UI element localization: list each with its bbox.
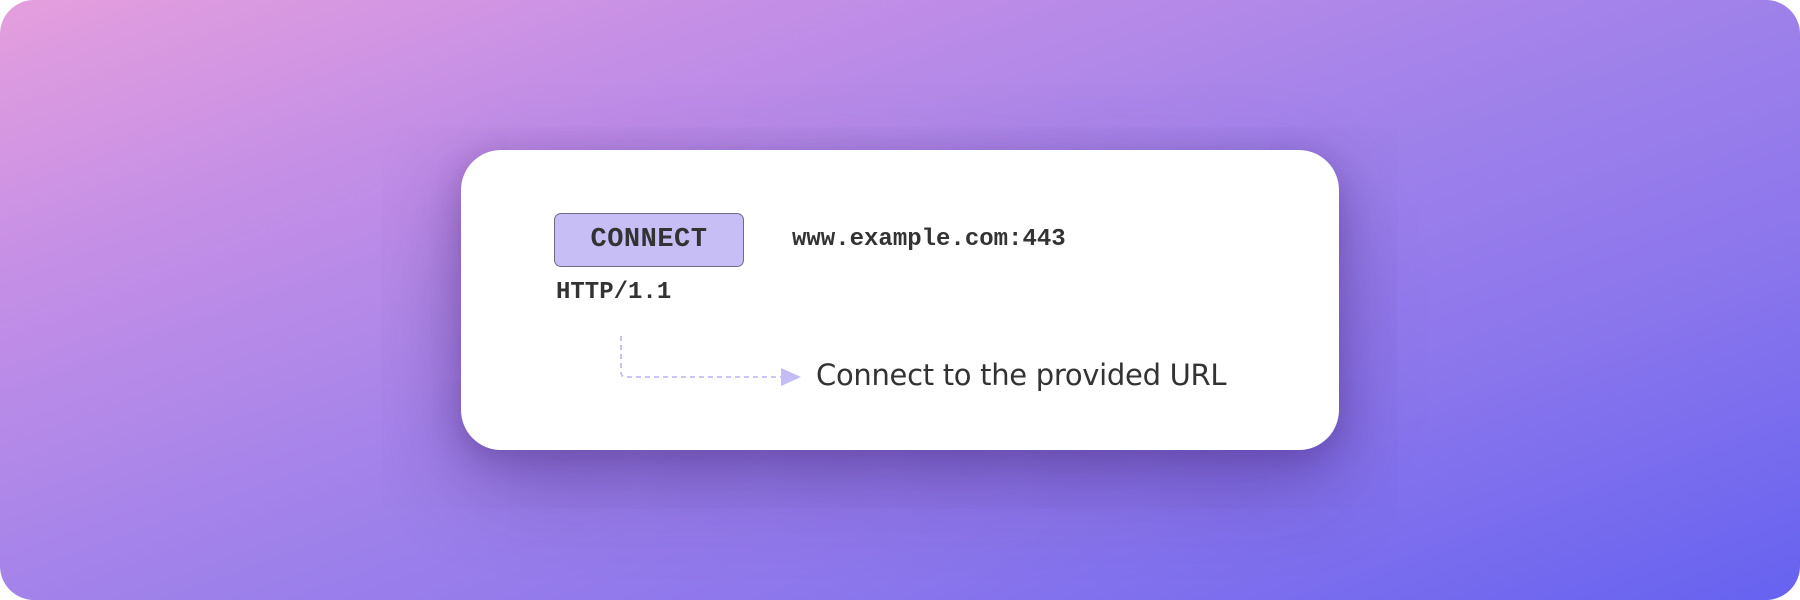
background-canvas: CONNECT www.example.com:443 HTTP/1.1 Con… <box>0 0 1800 600</box>
connector-dashed-line <box>620 336 783 378</box>
annotation-text: Connect to the provided URL <box>816 358 1227 392</box>
request-line-card: CONNECT www.example.com:443 HTTP/1.1 Con… <box>461 150 1339 450</box>
annotation-connector <box>620 336 801 386</box>
connector-arrowhead-icon <box>781 368 801 386</box>
